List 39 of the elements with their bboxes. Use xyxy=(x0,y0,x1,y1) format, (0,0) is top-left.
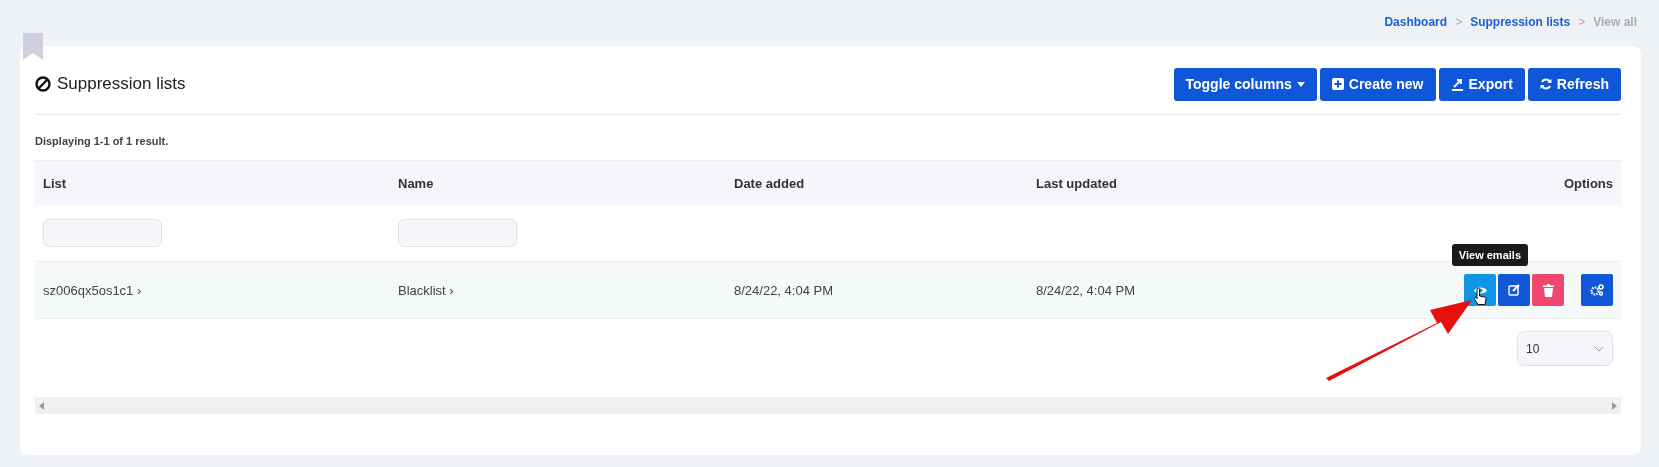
table-cell[interactable]: 8/24/22, 4:04 PM xyxy=(1036,282,1135,298)
filter-field[interactable] xyxy=(398,219,517,247)
toolbar-button[interactable]: Export xyxy=(1438,67,1525,101)
breadcrumb-link[interactable]: Suppression lists xyxy=(1470,15,1571,30)
column-header: Date added xyxy=(734,175,805,191)
plus-icon xyxy=(1331,78,1344,90)
tooltip: View emails xyxy=(1451,244,1528,266)
toolbar-button[interactable]: Refresh xyxy=(1527,67,1621,101)
horizontal-scrollbar[interactable] xyxy=(35,397,1621,414)
table-cell[interactable]: Blacklist › xyxy=(398,282,454,298)
row-action-button[interactable] xyxy=(1581,274,1613,306)
export-icon xyxy=(1450,77,1464,91)
refresh-icon xyxy=(1539,78,1552,90)
column-header: Last updated xyxy=(1036,175,1117,191)
bookmark-icon xyxy=(23,33,43,60)
filter-field[interactable] xyxy=(43,219,162,247)
column-header: List xyxy=(43,175,67,191)
scroll-right-icon[interactable] xyxy=(1612,401,1617,410)
caret-icon xyxy=(1296,81,1305,87)
trash-icon xyxy=(1542,283,1554,297)
toolbar-button[interactable]: Create new xyxy=(1319,67,1436,101)
edit-icon xyxy=(1508,284,1520,296)
hand-cursor-icon xyxy=(1473,288,1487,306)
column-header: Name xyxy=(398,175,434,191)
table-cell[interactable]: 8/24/22, 4:04 PM xyxy=(734,282,833,298)
prohibited-icon xyxy=(35,76,51,92)
breadcrumb-separator: > xyxy=(1455,15,1463,30)
breadcrumb-separator: > xyxy=(1578,15,1586,30)
breadcrumb-link[interactable]: Dashboard xyxy=(1384,15,1448,30)
result-summary: Displaying 1-1 of 1 result. xyxy=(35,134,170,149)
scroll-left-icon[interactable] xyxy=(39,401,44,410)
page-title: Suppression lists xyxy=(57,74,186,94)
row-action-button[interactable] xyxy=(1464,274,1496,306)
gears-icon xyxy=(1590,284,1604,296)
per-page-select[interactable]: 10 xyxy=(1517,331,1613,366)
table-cell[interactable]: sz006qx5os1c1 › xyxy=(43,282,142,298)
column-header: Options xyxy=(1563,175,1613,191)
toggle-columns-button[interactable]: Toggle columns xyxy=(1173,67,1317,101)
chevron-down-icon xyxy=(1594,345,1604,352)
